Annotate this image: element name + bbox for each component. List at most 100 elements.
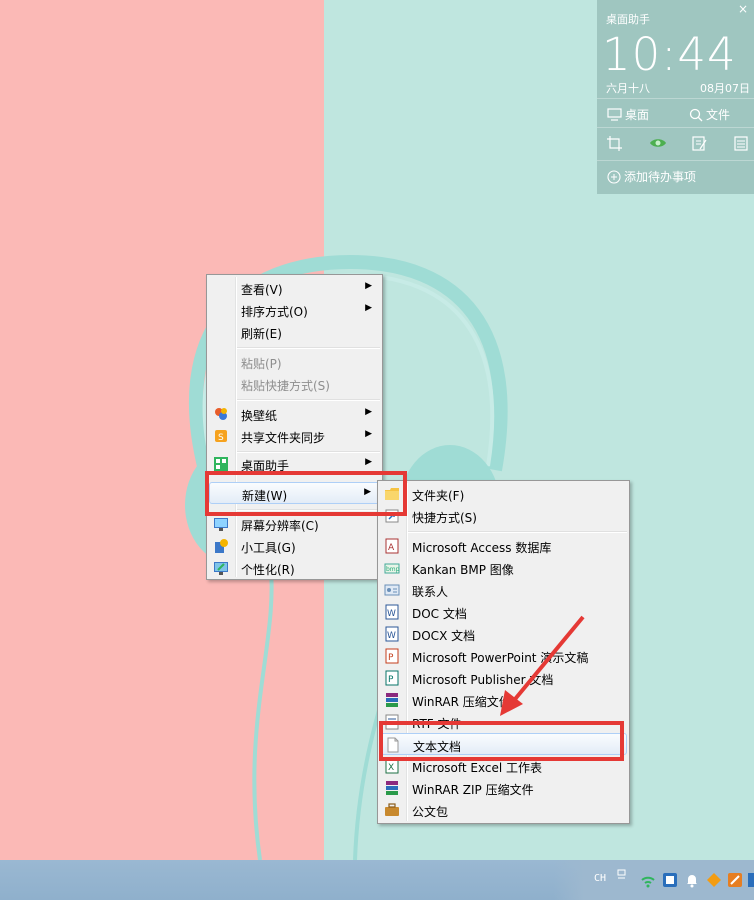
contact-icon <box>384 584 400 596</box>
new-item-bmp-image[interactable]: bmp Kankan BMP 图像 <box>380 557 627 579</box>
briefcase-icon <box>385 803 399 816</box>
submenu-arrow-icon: ▶ <box>365 303 372 313</box>
widget-clock: 10:44 <box>602 28 737 81</box>
menu-item-label: 排序方式(O) <box>241 305 308 319</box>
menu-item-gadgets[interactable]: 小工具(G) <box>209 535 380 557</box>
svg-text:W: W <box>387 609 396 619</box>
gadgets-icon <box>215 539 228 553</box>
close-icon[interactable]: × <box>738 2 748 16</box>
tools-icon[interactable] <box>727 872 743 888</box>
submenu-arrow-icon: ▶ <box>365 281 372 291</box>
add-todo-button[interactable]: 添加待办事项 <box>607 168 696 185</box>
menu-item-label: DOC 文档 <box>412 607 467 621</box>
menu-item-shared-folder-sync[interactable]: S 共享文件夹同步 ▶ <box>209 425 380 447</box>
menu-item-label: 粘贴快捷方式(S) <box>241 379 330 393</box>
menu-item-label: 文件夹(F) <box>412 489 465 503</box>
input-method-icon[interactable] <box>614 869 630 885</box>
search-icon <box>689 108 703 121</box>
note-icon[interactable] <box>692 136 707 154</box>
svg-text:W: W <box>387 631 396 641</box>
menu-item-label: 屏幕分辨率(C) <box>241 519 319 533</box>
new-item-access-database[interactable]: A Microsoft Access 数据库 <box>380 535 627 557</box>
menu-item-change-wallpaper[interactable]: 换壁纸 ▶ <box>209 403 380 425</box>
svg-text:P: P <box>388 653 394 663</box>
system-tray: CH <box>554 860 754 900</box>
menu-separator <box>237 399 380 401</box>
highlight-box-text-document <box>379 721 624 761</box>
bmp-image-icon: bmp <box>384 563 400 574</box>
taskbar: CH <box>0 860 754 900</box>
word-docx-icon: W <box>385 626 399 642</box>
menu-item-label: 快捷方式(S) <box>412 511 477 525</box>
widget-date: 08月07日 <box>700 82 750 95</box>
winrar-icon <box>386 693 398 707</box>
menu-item-sort[interactable]: 排序方式(O) ▶ <box>209 299 380 321</box>
publisher-icon: P <box>385 670 399 686</box>
widget-files-button[interactable]: 文件 <box>689 106 730 123</box>
new-item-shortcut[interactable]: 快捷方式(S) <box>380 505 627 527</box>
new-item-winrar-zip[interactable]: WinRAR ZIP 压缩文件 <box>380 777 627 799</box>
winrar-zip-icon <box>386 781 398 795</box>
volume-app-icon[interactable] <box>662 872 678 888</box>
monitor-icon <box>607 108 622 121</box>
menu-item-label: 个性化(R) <box>241 563 295 577</box>
menu-item-label: Microsoft Excel 工作表 <box>412 761 543 775</box>
svg-text:S: S <box>218 433 224 443</box>
calculator-icon[interactable] <box>734 136 748 154</box>
menu-item-label: DOCX 文档 <box>412 629 476 643</box>
menu-item-label: 共享文件夹同步 <box>241 431 326 445</box>
menu-item-paste-shortcut: 粘贴快捷方式(S) <box>209 373 380 395</box>
widget-divider <box>597 98 754 99</box>
menu-item-label: Kankan BMP 图像 <box>412 563 514 577</box>
menu-item-label: 联系人 <box>412 585 449 599</box>
powerpoint-icon: P <box>385 648 399 664</box>
svg-text:bmp: bmp <box>386 566 400 573</box>
widget-title: 桌面助手 <box>606 13 650 26</box>
crop-icon[interactable] <box>607 136 622 154</box>
plus-circle-icon <box>607 169 621 184</box>
menu-item-personalize[interactable]: 个性化(R) <box>209 557 380 579</box>
svg-text:P: P <box>388 675 394 685</box>
menu-item-refresh[interactable]: 刷新(E) <box>209 321 380 343</box>
svg-text:X: X <box>388 763 394 773</box>
word-doc-icon: W <box>385 604 399 620</box>
desktop-context-menu: 查看(V) ▶ 排序方式(O) ▶ 刷新(E) 粘贴(P) 粘贴快捷方式(S) … <box>206 274 383 580</box>
widget-files-label: 文件 <box>706 108 731 122</box>
menu-item-label: Microsoft Access 数据库 <box>412 541 552 555</box>
eye-icon[interactable] <box>649 136 667 153</box>
new-item-contact[interactable]: 联系人 <box>380 579 627 601</box>
desktop-helper-icon <box>214 457 228 471</box>
new-item-folder[interactable]: 文件夹(F) <box>380 483 627 505</box>
submenu-arrow-icon: ▶ <box>365 429 372 439</box>
menu-item-paste: 粘贴(P) <box>209 351 380 373</box>
new-item-briefcase[interactable]: 公文包 <box>380 799 627 821</box>
annotation-arrow-icon <box>500 615 585 716</box>
security-app-icon[interactable] <box>706 872 722 888</box>
highlight-box-new <box>205 471 407 516</box>
bell-icon[interactable] <box>684 872 700 888</box>
network-icon[interactable] <box>640 872 656 888</box>
menu-item-label: WinRAR ZIP 压缩文件 <box>412 783 534 797</box>
menu-separator <box>408 531 627 533</box>
widget-desktop-button[interactable]: 桌面 <box>607 106 649 123</box>
access-icon: A <box>385 538 399 554</box>
submenu-arrow-icon: ▶ <box>365 407 372 417</box>
desktop-helper-widget: 桌面助手 × 10:44 六月十八 08月07日 桌面 文件 添加待办事项 <box>597 0 754 194</box>
menu-item-label: 刷新(E) <box>241 327 282 341</box>
menu-separator <box>237 347 380 349</box>
widget-divider <box>597 160 754 161</box>
language-indicator[interactable]: CH <box>594 873 606 884</box>
wallpaper-icon <box>215 408 227 420</box>
widget-lunar-date: 六月十八 <box>606 82 650 95</box>
menu-item-label: 公文包 <box>412 805 449 819</box>
menu-item-screen-resolution[interactable]: 屏幕分辨率(C) <box>209 513 380 535</box>
menu-item-view[interactable]: 查看(V) ▶ <box>209 277 380 299</box>
menu-item-label: 换壁纸 <box>241 409 278 423</box>
overflow-app-icon[interactable] <box>748 872 754 888</box>
widget-desktop-label: 桌面 <box>625 108 650 122</box>
personalize-icon <box>214 562 228 575</box>
widget-divider <box>597 127 754 128</box>
monitor-icon <box>214 518 228 531</box>
menu-item-label: 粘贴(P) <box>241 357 282 371</box>
menu-item-label: 查看(V) <box>241 283 283 297</box>
